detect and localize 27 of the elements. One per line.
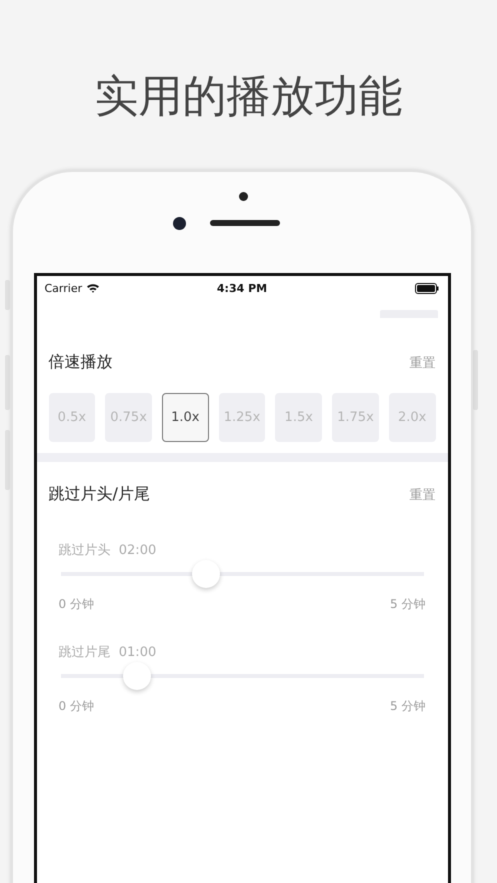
min-label: 0 分钟 — [58, 698, 94, 715]
slider-thumb[interactable] — [122, 662, 151, 690]
speed-option[interactable]: 0.5x — [48, 393, 96, 442]
max-label: 5 分钟 — [390, 596, 426, 613]
speed-option[interactable]: 1.5x — [275, 393, 322, 442]
speed-option[interactable]: 1.25x — [218, 393, 266, 442]
reset-button[interactable]: 重置 — [410, 354, 436, 372]
speed-option[interactable]: 2.0x — [388, 393, 436, 442]
section-title: 倍速播放 — [48, 352, 112, 373]
headline: 实用的播放功能 — [94, 70, 404, 124]
slider-label: 跳过片头 02:00 — [58, 542, 158, 559]
sensor-dot — [239, 192, 248, 201]
max-label: 5 分钟 — [390, 698, 426, 715]
reset-button[interactable]: 重置 — [410, 486, 436, 504]
battery-icon — [415, 282, 440, 294]
section-title: 跳过片头/片尾 — [48, 484, 150, 505]
speed-option[interactable]: 1.75x — [332, 393, 379, 442]
speed-option[interactable]: 0.75x — [105, 393, 152, 442]
slider-label: 跳过片尾 01:00 — [58, 644, 158, 661]
camera-icon — [173, 217, 186, 230]
clock: 4:34 PM — [216, 282, 268, 294]
carrier-label: Carrier — [44, 282, 82, 294]
speed-option[interactable]: 1.0x — [162, 393, 209, 442]
min-label: 0 分钟 — [58, 596, 94, 613]
wifi-icon — [86, 283, 100, 293]
slider-thumb[interactable] — [192, 560, 220, 588]
speaker-grille — [210, 220, 280, 226]
